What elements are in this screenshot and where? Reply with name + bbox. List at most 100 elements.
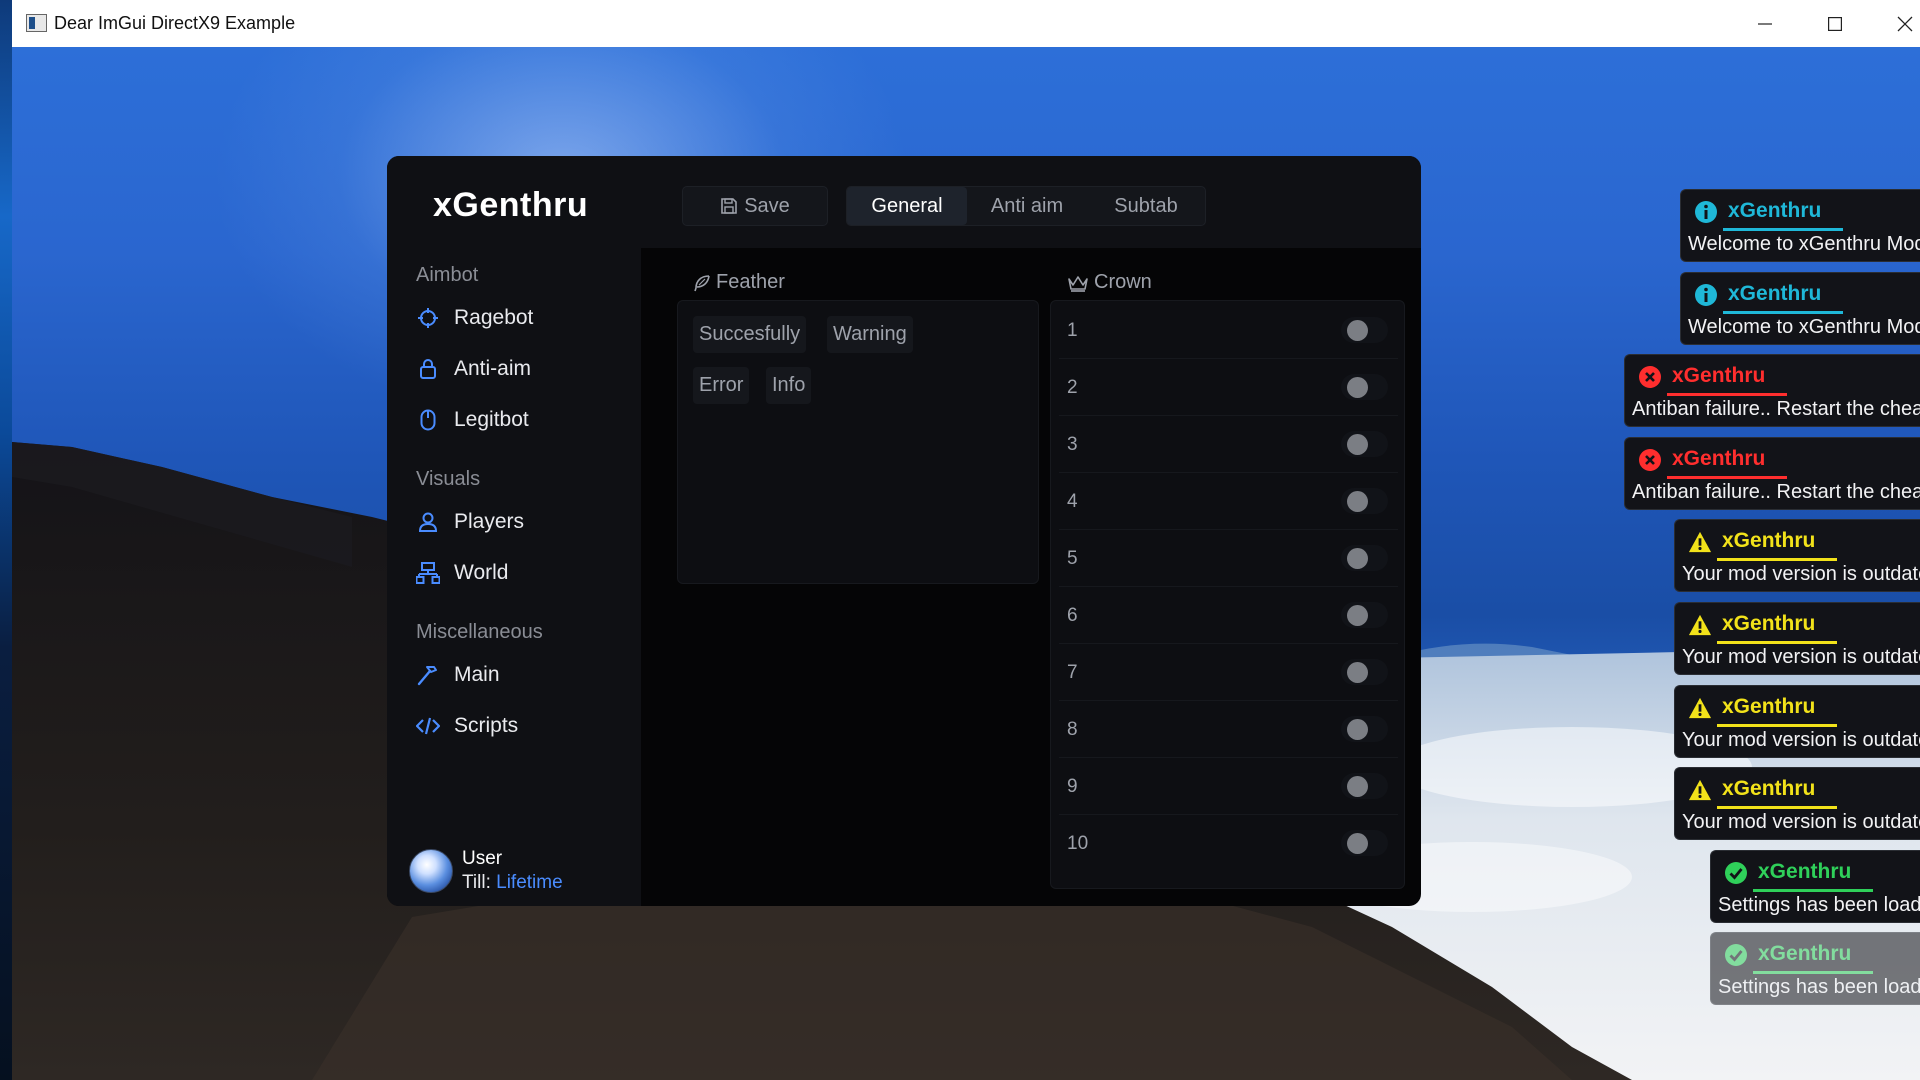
toggle-switch[interactable]: [1341, 374, 1388, 400]
notification-message: Antiban failure.. Restart the cheat !: [1632, 480, 1920, 503]
notification-message: Welcome to xGenthru Mod <3: [1688, 233, 1920, 255]
crown-row: 5: [1059, 531, 1398, 587]
sidebar-item-label: Legitbot: [454, 408, 529, 431]
error-icon: [1638, 365, 1662, 389]
notification-underline: [1717, 806, 1837, 810]
succesfully-button[interactable]: Succesfully: [693, 316, 807, 353]
notification-title: xGenthru: [1722, 694, 1816, 718]
feather-group: Succesfully Warning Error Info: [677, 300, 1039, 584]
toggle-switch[interactable]: [1341, 773, 1388, 799]
crown-title: Crown: [1094, 271, 1152, 293]
tab-general[interactable]: General: [847, 187, 967, 225]
notification-message: Settings has been loaded !: [1718, 893, 1920, 916]
lock-icon: [416, 357, 440, 381]
crown-row: 4: [1059, 474, 1398, 530]
sidebar-item-ragebot[interactable]: Ragebot: [416, 301, 533, 335]
warning-icon: [1688, 613, 1712, 637]
toggle-knob: [1347, 833, 1368, 854]
crown-row-label: 3: [1067, 434, 1078, 455]
app-logo: xGenthru: [433, 186, 589, 224]
title-bar: Dear ImGui DirectX9 Example: [12, 0, 1920, 47]
error-button[interactable]: Error: [693, 367, 750, 404]
notification-message: Settings has been loaded !: [1718, 976, 1920, 999]
sidebar-item-scripts[interactable]: Scripts: [416, 709, 518, 743]
notification-error: xGenthru Antiban failure.. Restart the ch…: [1624, 354, 1920, 428]
warning-button[interactable]: Warning: [827, 316, 913, 353]
notification-message: Your mod version is outdated !: [1682, 563, 1920, 586]
toggle-switch[interactable]: [1341, 545, 1388, 571]
notification-underline: [1753, 888, 1873, 892]
notification-message: Welcome to xGenthru Mod <3: [1688, 315, 1920, 338]
info-button[interactable]: Info: [766, 367, 812, 404]
section-title-aimbot: Aimbot: [416, 264, 479, 286]
feather-icon: [693, 274, 711, 292]
crosshair-icon: [416, 306, 440, 330]
notification-warning: xGenthru Your mod version is outdated !: [1674, 602, 1920, 675]
sidebar-item-legitbot[interactable]: Legitbot: [416, 403, 529, 437]
check-circle-icon: [1724, 943, 1748, 967]
tab-subtab[interactable]: Subtab: [1087, 187, 1205, 225]
toggle-switch[interactable]: [1341, 431, 1388, 457]
notification-title: xGenthru: [1672, 446, 1766, 470]
crown-row: 6: [1059, 588, 1398, 644]
crown-icon: [1067, 274, 1089, 292]
section-title-miscellaneous: Miscellaneous: [416, 621, 543, 643]
till-label: Till:: [462, 872, 491, 893]
notification-underline: [1723, 310, 1843, 314]
crown-row: 9: [1059, 759, 1398, 815]
toggle-switch[interactable]: [1341, 602, 1388, 628]
notification-info: xGenthru Welcome to xGenthru Mod <3: [1680, 189, 1920, 262]
app-icon: [26, 14, 47, 32]
notification-info: xGenthru Welcome to xGenthru Mod <3: [1680, 271, 1920, 345]
minimize-icon: [1758, 22, 1772, 25]
crown-row-label: 6: [1067, 605, 1078, 626]
toggle-switch[interactable]: [1341, 488, 1388, 514]
toggle-knob: [1347, 320, 1368, 341]
sidebar-item-world[interactable]: World: [416, 556, 508, 590]
notification-warning: xGenthru Your mod version is outdated !: [1674, 684, 1920, 758]
minimize-button[interactable]: [1730, 0, 1800, 47]
notification-title: xGenthru: [1672, 364, 1766, 388]
maximize-button[interactable]: [1800, 0, 1870, 47]
notification-underline: [1723, 228, 1843, 231]
avatar: [409, 849, 453, 893]
sidebar-item-main[interactable]: Main: [416, 658, 500, 692]
notification-underline: [1717, 641, 1837, 644]
toggle-switch[interactable]: [1341, 830, 1388, 856]
error-icon: [1638, 448, 1662, 472]
close-button[interactable]: [1870, 0, 1920, 47]
sidebar-item-label: Ragebot: [454, 306, 534, 329]
sidebar-item-label: Main: [454, 663, 500, 686]
check-circle-icon: [1724, 861, 1748, 885]
notification-title: xGenthru: [1758, 942, 1852, 966]
sidebar-item-players[interactable]: Players: [416, 505, 524, 539]
toggle-switch[interactable]: [1341, 317, 1388, 343]
crown-row: 2: [1059, 360, 1398, 416]
sidebar-item-label: Anti-aim: [454, 357, 532, 380]
tab-anti-aim[interactable]: Anti aim: [967, 187, 1087, 225]
notification-message: Your mod version is outdated !: [1682, 646, 1920, 668]
window-title: Dear ImGui DirectX9 Example: [54, 13, 296, 33]
crown-row-label: 2: [1067, 377, 1078, 398]
save-button[interactable]: Save: [682, 186, 828, 226]
top-bar: Save General Anti aim Subtab: [641, 156, 1421, 248]
warning-icon: [1688, 778, 1712, 802]
crown-group: 1 2 3 4 5 6 7 8 9 10: [1050, 300, 1405, 889]
feather-group-title: Feather: [693, 271, 785, 294]
toggle-switch[interactable]: [1341, 659, 1388, 685]
crown-row: 3: [1059, 417, 1398, 473]
section-title-visuals: Visuals: [416, 468, 481, 490]
info-icon: [1694, 200, 1718, 224]
notification-underline: [1717, 558, 1837, 562]
menu-panel: xGenthru Aimbot Ragebot Anti-aim Legitbo…: [387, 156, 1421, 906]
sidebar-item-anti-aim[interactable]: Anti-aim: [416, 352, 531, 386]
user-name: User: [462, 848, 503, 869]
close-icon: [1897, 16, 1913, 31]
toggle-knob: [1347, 434, 1368, 455]
toggle-switch[interactable]: [1341, 716, 1388, 742]
toggle-knob: [1347, 776, 1368, 797]
notification-warning: xGenthru Your mod version is outdated !: [1674, 767, 1920, 841]
warning-icon: [1688, 530, 1712, 554]
crown-row-label: 4: [1067, 491, 1078, 512]
crown-row-label: 7: [1067, 662, 1078, 683]
